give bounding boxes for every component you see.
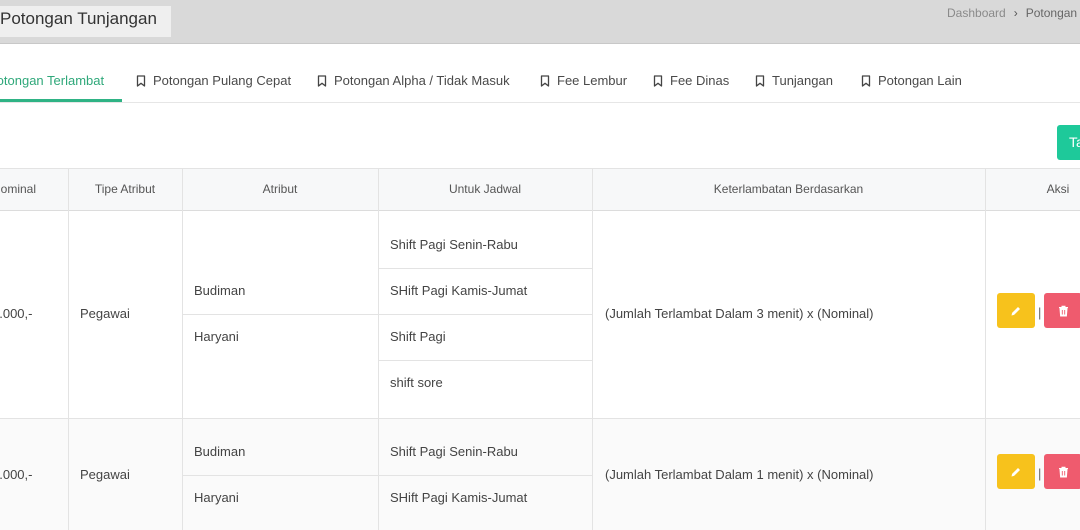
edit-button[interactable] [997,454,1035,489]
top-bar: Potongan Tunjangan Dashboard › Potongan [0,0,1080,44]
tab-label: Fee Lembur [557,73,628,88]
tab-label: Potongan Terlambat [0,73,105,88]
cell-keterlambatan: (Jumlah Terlambat Dalam 1 menit) x (Nomi… [605,467,874,482]
cell-jadwal: SHift Pagi Kamis-Jumat [390,283,528,298]
cell-divider [182,314,592,315]
cell-jadwal: Shift Pagi Senin-Rabu [390,237,518,252]
cell-atribut: Budiman [194,444,246,459]
cell-divider [182,475,592,476]
breadcrumb: Dashboard › Potongan [947,6,1077,20]
action-separator: | [1038,466,1042,481]
cell-atribut: Haryani [194,329,239,344]
tab-label: Potongan Pulang Cepat [153,73,292,88]
column-header-tipe-atribut: Tipe Atribut [94,182,156,196]
breadcrumb-current: Potongan [1025,6,1078,20]
bookmark-icon [755,74,765,87]
cell-jadwal: Shift Pagi Senin-Rabu [390,444,518,459]
cell-divider [378,360,592,361]
pencil-icon [1011,306,1020,315]
bookmark-icon [317,74,327,87]
trash-icon [1058,305,1068,316]
tab-potongan-alpha[interactable]: Potongan Alpha / Tidak Masuk [317,73,510,88]
cell-atribut: Haryani [194,490,239,505]
column-divider [68,169,69,530]
tab-fee-dinas[interactable]: Fee Dinas [653,73,729,88]
tab-label: Tunjangan [772,73,833,88]
table-header: Nominal Tipe Atribut Atribut Untuk Jadwa… [0,169,1080,211]
page-title: Potongan Tunjangan [0,6,171,37]
pencil-icon [1011,467,1020,476]
tab-potongan-terlambat[interactable]: Potongan Terlambat [0,73,104,88]
cell-nominal: 1.000,- [0,467,33,482]
bookmark-icon [136,74,146,87]
column-header-aksi: Aksi [1046,182,1070,196]
cell-jadwal: Shift Pagi [390,329,446,344]
column-divider [592,169,593,530]
row-divider [0,418,1080,419]
cell-divider [378,268,592,269]
tab-label: Potongan Alpha / Tidak Masuk [334,73,510,88]
cell-keterlambatan: (Jumlah Terlambat Dalam 3 menit) x (Nomi… [605,306,874,321]
cell-jadwal: shift sore [390,375,443,390]
tab-tunjangan[interactable]: Tunjangan [755,73,833,88]
tab-potongan-pulang-cepat[interactable]: Potongan Pulang Cepat [136,73,291,88]
trash-icon [1058,466,1068,477]
column-header-keterlambatan: Keterlambatan Berdasarkan [713,182,864,196]
cell-tipe-atribut: Pegawai [80,467,130,482]
data-table: Nominal Tipe Atribut Atribut Untuk Jadwa… [0,168,1080,530]
active-tab-indicator [0,99,122,102]
column-header-atribut: Atribut [262,182,298,196]
delete-button[interactable] [1044,454,1080,489]
cell-nominal: 1.000,- [0,306,33,321]
cell-jadwal: SHift Pagi Kamis-Jumat [390,490,528,505]
column-header-nominal: Nominal [0,182,37,196]
add-button[interactable]: Tambah [1057,125,1080,160]
bookmark-icon [861,74,871,87]
tab-fee-lembur[interactable]: Fee Lembur [540,73,627,88]
breadcrumb-home-link[interactable]: Dashboard [947,6,1006,20]
edit-button[interactable] [997,293,1035,328]
tab-bar: Potongan Terlambat Potongan Pulang Cepat… [0,44,1080,103]
bookmark-icon [653,74,663,87]
tab-label: Potongan Lain [878,73,962,88]
tab-potongan-lain[interactable]: Potongan Lain [861,73,962,88]
cell-tipe-atribut: Pegawai [80,306,130,321]
cell-atribut: Budiman [194,283,246,298]
column-header-untuk-jadwal: Untuk Jadwal [448,182,522,196]
delete-button[interactable] [1044,293,1080,328]
table-row-background [0,418,1080,530]
action-separator: | [1038,305,1042,320]
tab-label: Fee Dinas [670,73,730,88]
breadcrumb-separator: › [1013,6,1018,20]
bookmark-icon [540,74,550,87]
column-divider [985,169,986,530]
